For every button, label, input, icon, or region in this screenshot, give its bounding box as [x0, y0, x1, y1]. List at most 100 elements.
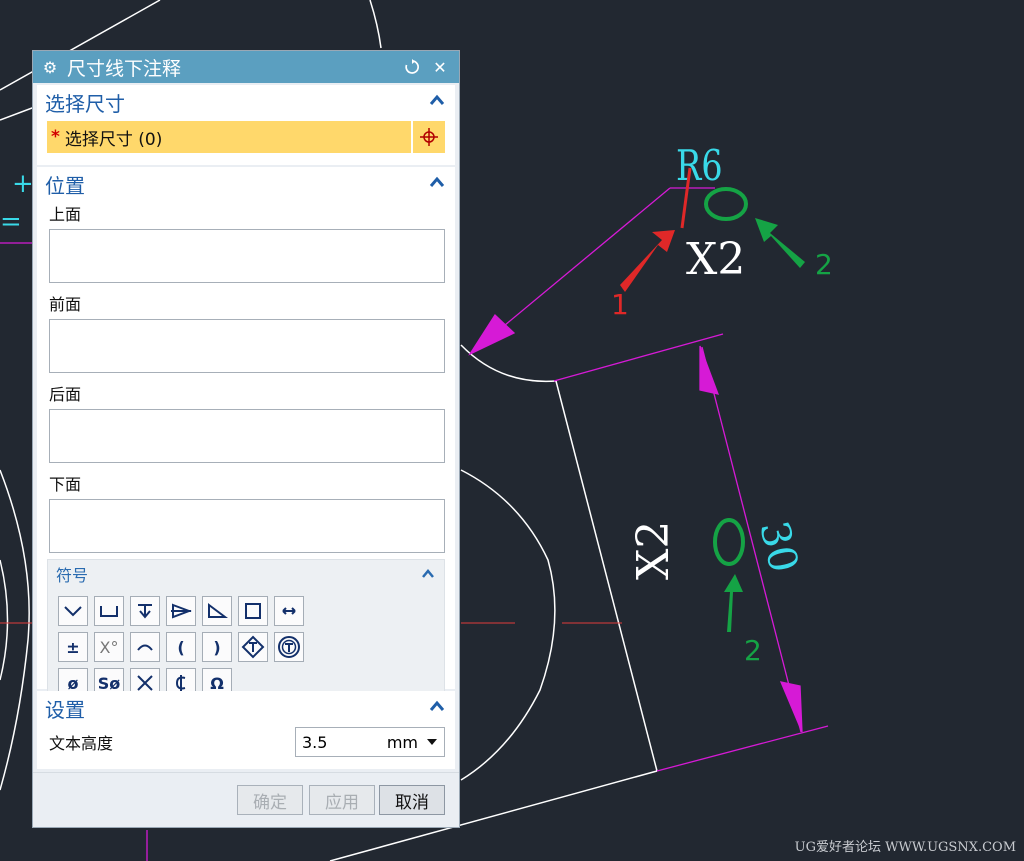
counterbore-icon-svg [100, 606, 118, 617]
select-dimension-field[interactable]: * 选择尺寸 (0) [47, 121, 411, 153]
position-section-title: 位置 [45, 173, 85, 198]
green-arrow-icon [755, 218, 805, 268]
behind-text-input[interactable] [49, 409, 445, 463]
select-dimension-label: 选择尺寸 (0) [64, 129, 163, 150]
front-text-input[interactable] [49, 319, 445, 373]
chevron-up-path [429, 700, 445, 711]
green-arrow-icon [724, 574, 743, 632]
counterbore-icon-path [100, 606, 118, 617]
conical-taper-icon[interactable] [166, 596, 196, 626]
crosshair-button[interactable] [413, 121, 445, 153]
countersink-icon-path [138, 604, 152, 619]
r6-dimension-text[interactable]: R6 [676, 141, 723, 190]
depth-icon[interactable] [58, 596, 88, 626]
annotation-number-2: 2 [815, 248, 833, 281]
below-text-input[interactable] [49, 499, 445, 553]
spotface-t [285, 643, 293, 652]
cancel-button[interactable]: 取消 [379, 785, 445, 815]
symbols-header[interactable]: 符号 [48, 560, 444, 588]
text-height-label: 文本高度 [49, 734, 114, 753]
text-height-unit: mm [386, 732, 418, 752]
conical-taper-icon-svg [171, 603, 192, 619]
gear-icon: ⚙ [42, 57, 58, 77]
symbols-title: 符号 [56, 566, 89, 585]
chevron-up-path [429, 94, 445, 105]
depth-icon-svg [64, 606, 82, 617]
left-arc [0, 469, 30, 791]
countersink-icon-svg [138, 604, 152, 619]
arc-icon-svg [137, 644, 153, 651]
field-label-front: 前面 [49, 295, 82, 314]
annotation-dialog: ⚙ 尺寸线下注释 ✕ 选择尺寸 * 选择尺寸 (0) 位置 上面 前面 后面 下… [32, 50, 460, 828]
text-height-row: 文本高度 3.5 mm [37, 725, 455, 767]
position-section: 位置 上面 前面 后面 下面 符号 ± X° () ø Sø Ω [37, 167, 455, 705]
r6-arrowhead [468, 313, 516, 356]
field-label-below: 下面 [49, 475, 82, 494]
settings-section-title: 设置 [45, 697, 85, 722]
plus-minus-icon[interactable]: ± [58, 632, 88, 662]
chevron-down-icon[interactable] [426, 736, 438, 748]
symbols-panel: 符号 ± X° ( ) ø Sø Ω [47, 559, 445, 705]
select-section-header[interactable]: 选择尺寸 [37, 85, 455, 119]
x2-text-top[interactable]: X2 [686, 234, 745, 285]
crosshair-icon [420, 128, 438, 146]
required-mark: * [51, 127, 60, 147]
red-arrow-icon [620, 230, 675, 292]
pattern-icon-path [241, 635, 265, 659]
square-icon[interactable] [238, 596, 268, 626]
x-icon-path [137, 675, 153, 691]
arc-icon[interactable] [130, 632, 160, 662]
annotation-number-2: 2 [744, 634, 762, 667]
chevron-up-icon[interactable] [427, 173, 447, 193]
chevron-up-icon[interactable] [427, 697, 447, 717]
extension-line-bottom [656, 725, 829, 772]
square-icon-svg [245, 603, 261, 619]
position-section-header[interactable]: 位置 [37, 167, 455, 201]
square-icon-rect [245, 603, 261, 619]
select-dimension-row: * 选择尺寸 (0) [47, 121, 445, 153]
reset-icon[interactable] [401, 56, 423, 78]
select-section: 选择尺寸 * 选择尺寸 (0) [37, 85, 455, 165]
centerline-icon-path [175, 675, 186, 691]
green-circle-top [704, 187, 748, 221]
arc-length-icon-svg [282, 607, 296, 615]
close-icon[interactable]: ✕ [429, 56, 451, 78]
apply-button[interactable]: 应用 [309, 785, 375, 815]
settings-section-header[interactable]: 设置 [37, 691, 455, 725]
arc-length-icon-path [282, 607, 296, 615]
dim-arrow-bottom [779, 681, 803, 733]
arc-length-icon[interactable] [274, 596, 304, 626]
above-text-input[interactable] [49, 229, 445, 283]
left-paren-icon[interactable]: ( [166, 632, 196, 662]
spotface-icon[interactable] [274, 632, 304, 662]
geometry-arc [369, 0, 382, 49]
dialog-footer: 确定 应用 取消 [33, 772, 459, 827]
pattern-icon[interactable] [238, 632, 268, 662]
chevron-up-icon[interactable] [420, 566, 436, 582]
left-arc-inner [0, 559, 9, 681]
conical-taper-icon-path [171, 603, 192, 619]
right-paren-icon[interactable]: ) [202, 632, 232, 662]
counterbore-icon[interactable] [94, 596, 124, 626]
green-circle-right [713, 518, 745, 566]
depth-icon-path [64, 606, 82, 617]
watermark: UG爱好者论坛 WWW.UGSNX.COM [794, 840, 1016, 855]
slope-icon-path [208, 603, 228, 618]
dialog-titlebar[interactable]: ⚙ 尺寸线下注释 ✕ [33, 51, 459, 83]
chevron-up-icon[interactable] [427, 91, 447, 111]
degree-icon[interactable]: X° [94, 632, 124, 662]
hole-circle [460, 469, 556, 781]
text-height-input[interactable]: 3.5 mm [295, 727, 445, 757]
extension-line-top [553, 333, 724, 382]
chevron-up-path [422, 569, 434, 578]
slope-icon-svg [208, 603, 228, 618]
spotface-icon-svg [278, 636, 300, 658]
pattern-icon-svg [241, 635, 265, 659]
ok-button[interactable]: 确定 [237, 785, 303, 815]
arc-icon-path [137, 644, 153, 651]
countersink-icon[interactable] [130, 596, 160, 626]
text-height-value: 3.5 [302, 732, 328, 752]
slope-icon[interactable] [202, 596, 232, 626]
reset-icon-arrow [412, 59, 415, 64]
x2-text-right[interactable]: X2 [628, 521, 679, 580]
